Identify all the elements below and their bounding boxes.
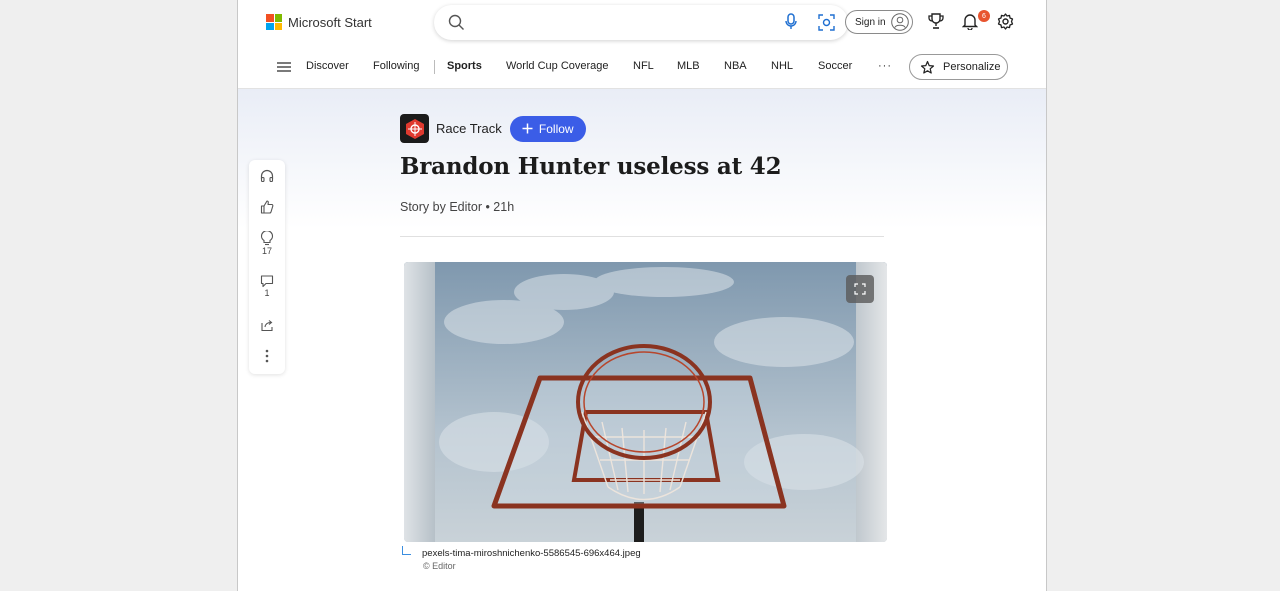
dislike-button[interactable]: 17 bbox=[249, 231, 285, 256]
like-button[interactable] bbox=[249, 200, 285, 214]
user-avatar-icon bbox=[891, 13, 909, 31]
expand-image-button[interactable] bbox=[846, 275, 874, 303]
image-filename: pexels-tima-miroshnichenko-5586545-696x4… bbox=[422, 548, 641, 559]
personalize-label: Personalize bbox=[943, 61, 1001, 73]
dislike-count: 17 bbox=[261, 246, 272, 256]
race-track-logo-icon bbox=[405, 118, 424, 139]
notification-count-badge: 6 bbox=[978, 10, 990, 22]
microsoft-start-logo[interactable]: Microsoft Start bbox=[266, 14, 372, 30]
follow-button[interactable]: Follow bbox=[509, 115, 586, 142]
top-navigation: Discover Following Sports World Cup Cove… bbox=[238, 50, 1046, 84]
title-divider bbox=[400, 236, 884, 237]
nav-item-following[interactable]: Following bbox=[373, 60, 419, 72]
article-action-rail: 17 1 bbox=[249, 160, 285, 374]
star-sparkle-icon bbox=[920, 60, 935, 74]
publisher-name[interactable]: Race Track bbox=[436, 121, 502, 136]
nav-item-nfl[interactable]: NFL bbox=[633, 60, 654, 72]
microsoft-logo-icon bbox=[266, 14, 282, 30]
nav-item-nba[interactable]: NBA bbox=[724, 60, 747, 72]
article-byline: Story by Editor • 21h bbox=[400, 200, 515, 214]
light-bulb-icon bbox=[260, 231, 274, 246]
caption-corner-marker bbox=[402, 546, 411, 555]
plus-icon bbox=[522, 123, 533, 134]
article-title: Brandon Hunter useless at 42 bbox=[400, 153, 782, 180]
nav-divider bbox=[434, 60, 435, 74]
sign-in-button[interactable]: Sign in bbox=[845, 10, 913, 34]
comment-icon bbox=[260, 275, 274, 288]
hamburger-menu-icon[interactable] bbox=[277, 62, 291, 72]
follow-label: Follow bbox=[538, 121, 574, 136]
nav-item-discover[interactable]: Discover bbox=[306, 60, 349, 72]
visual-search-icon[interactable] bbox=[818, 14, 835, 31]
article-image[interactable] bbox=[404, 262, 887, 542]
fullscreen-icon bbox=[854, 283, 866, 295]
search-bar[interactable] bbox=[434, 5, 848, 40]
search-icon bbox=[448, 14, 464, 30]
headphones-icon bbox=[260, 169, 274, 183]
share-button[interactable] bbox=[249, 318, 285, 332]
browser-page: Microsoft Start Sign in 6 Discover Follo… bbox=[237, 0, 1047, 591]
notifications-bell-icon[interactable] bbox=[962, 13, 978, 30]
settings-gear-icon[interactable] bbox=[997, 13, 1014, 30]
nav-item-mlb[interactable]: MLB bbox=[677, 60, 700, 72]
rewards-trophy-icon[interactable] bbox=[928, 13, 944, 30]
comments-button[interactable]: 1 bbox=[249, 274, 285, 298]
comment-count: 1 bbox=[264, 288, 270, 298]
publisher-row: Race Track Follow bbox=[400, 114, 586, 143]
brand-name: Microsoft Start bbox=[288, 14, 372, 30]
nav-item-world-cup-coverage[interactable]: World Cup Coverage bbox=[506, 60, 609, 72]
nav-item-soccer[interactable]: Soccer bbox=[818, 60, 852, 72]
listen-button[interactable] bbox=[249, 169, 285, 183]
share-icon bbox=[261, 320, 273, 332]
nav-item-nhl[interactable]: NHL bbox=[771, 60, 793, 72]
more-options-button[interactable] bbox=[249, 349, 285, 363]
personalize-button[interactable]: Personalize bbox=[909, 54, 1008, 80]
more-vertical-icon bbox=[265, 349, 269, 363]
publisher-logo[interactable] bbox=[400, 114, 429, 143]
basketball-hoop-photo bbox=[404, 262, 887, 542]
sign-in-label: Sign in bbox=[855, 16, 886, 28]
nav-item-sports[interactable]: Sports bbox=[447, 60, 482, 72]
image-credit: © Editor bbox=[423, 561, 456, 571]
thumbs-up-icon bbox=[260, 200, 274, 214]
microphone-icon[interactable] bbox=[784, 13, 798, 31]
more-nav-button[interactable]: ··· bbox=[878, 60, 892, 72]
